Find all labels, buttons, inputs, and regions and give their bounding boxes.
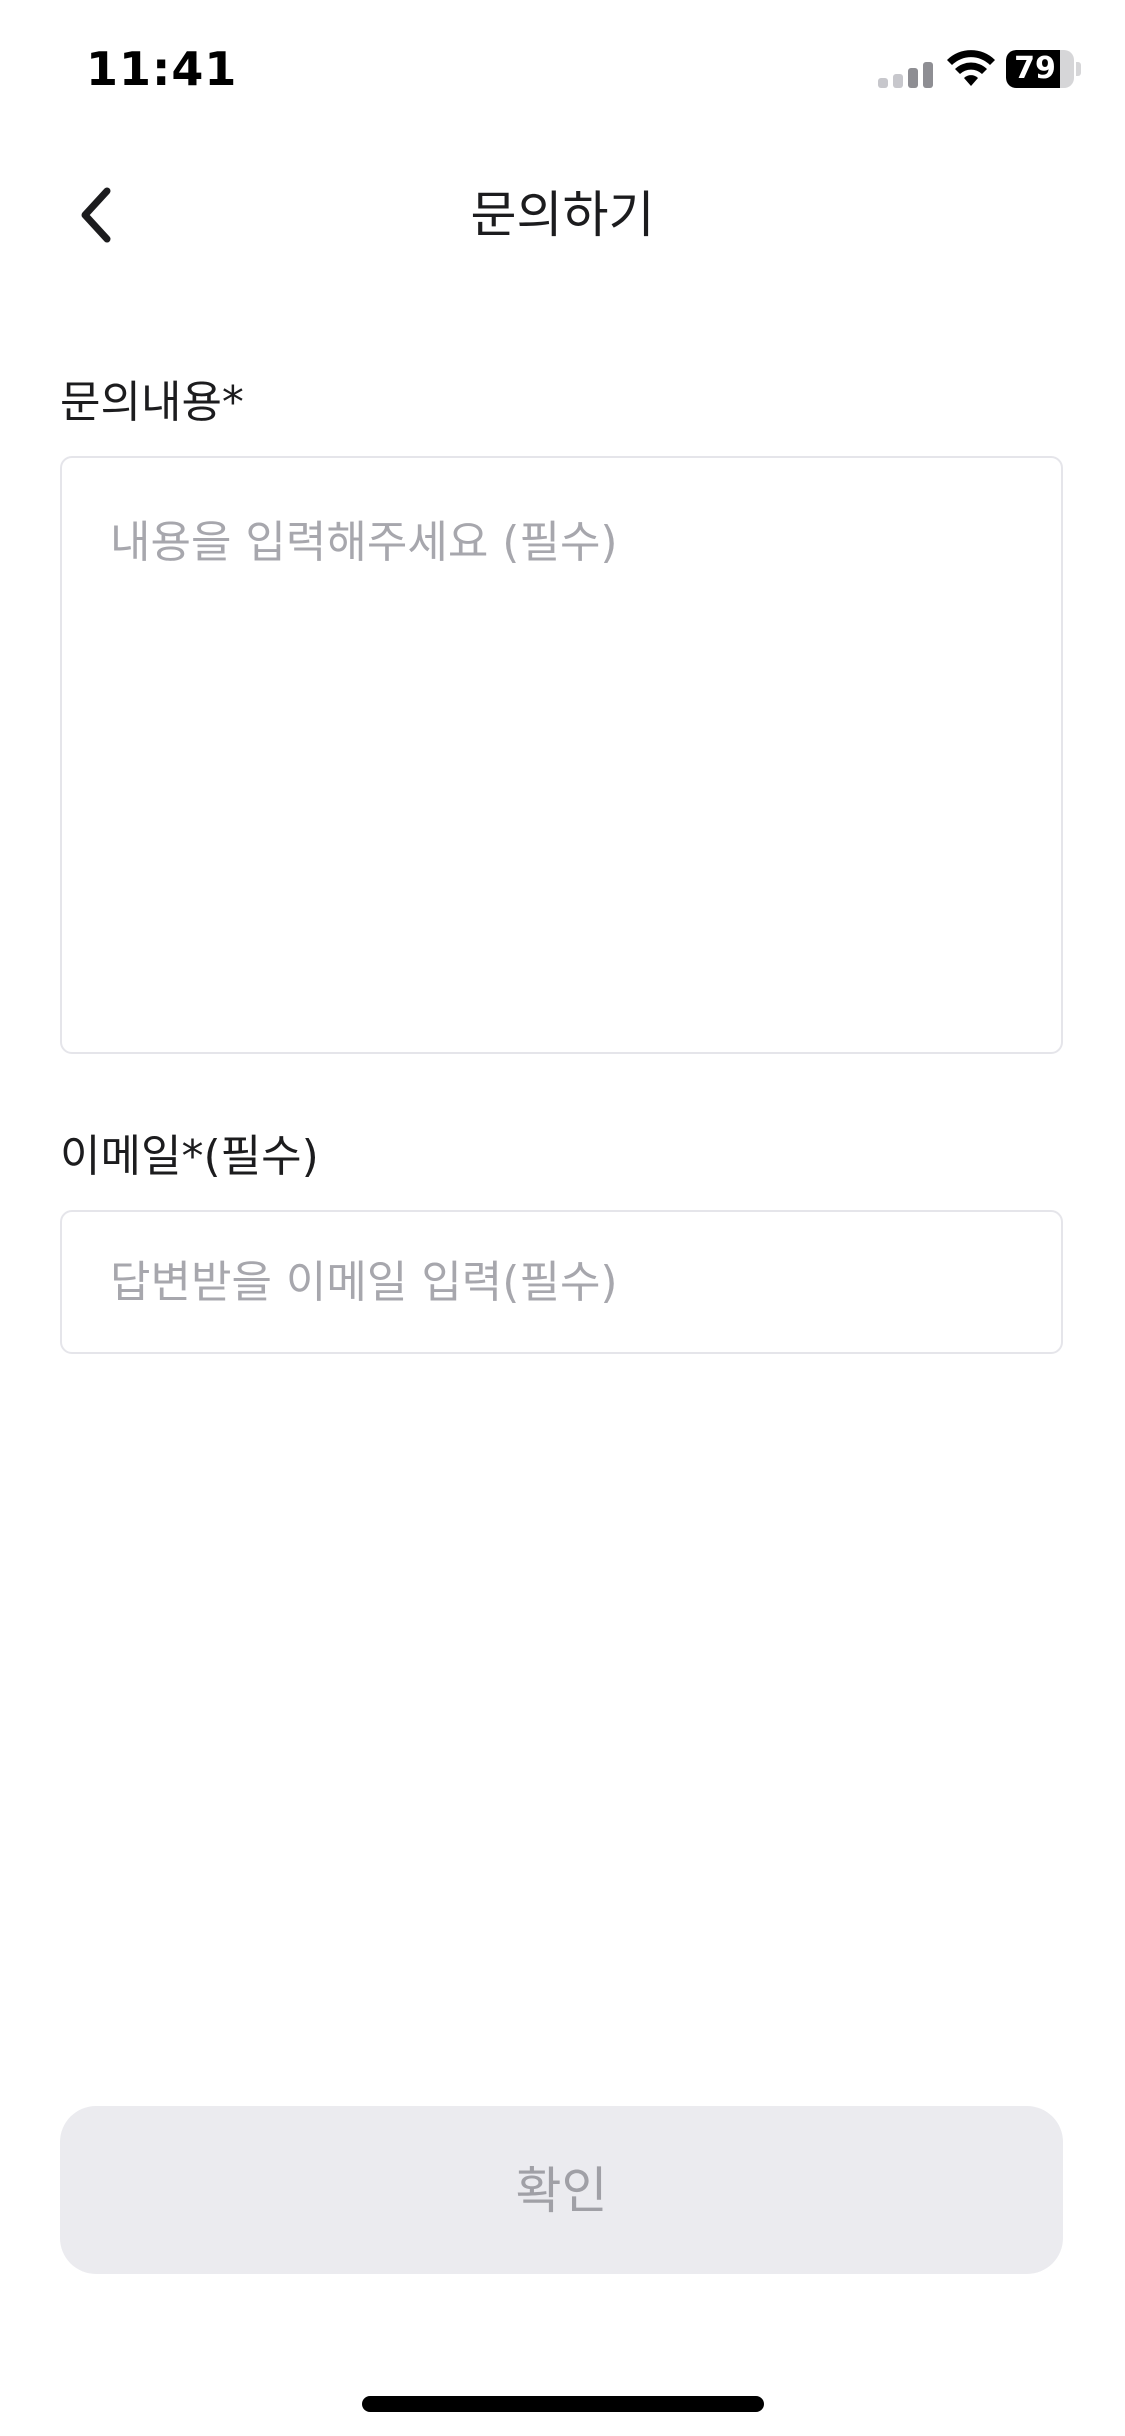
email-input-box bbox=[60, 1210, 1063, 1354]
wifi-icon bbox=[947, 50, 995, 86]
email-label: 이메일*(필수) bbox=[60, 1131, 319, 1182]
email-input[interactable] bbox=[110, 1212, 1010, 1352]
battery-tip bbox=[1076, 62, 1081, 76]
confirm-button[interactable]: 확인 bbox=[60, 2106, 1063, 2274]
cellular-signal-icon bbox=[878, 62, 933, 88]
battery-level: 79 bbox=[1014, 51, 1056, 86]
status-bar: 11:41 79 bbox=[0, 0, 1125, 140]
back-button[interactable] bbox=[60, 180, 130, 250]
content-label: 문의내용* bbox=[60, 377, 244, 428]
chevron-left-icon bbox=[81, 187, 111, 243]
page-title: 문의하기 bbox=[470, 186, 655, 244]
status-time: 11:41 bbox=[86, 42, 238, 96]
content-textarea[interactable] bbox=[110, 506, 1010, 1006]
nav-bar: 문의하기 bbox=[0, 150, 1125, 280]
home-indicator bbox=[362, 2396, 764, 2412]
battery-indicator: 79 bbox=[1006, 50, 1081, 88]
content-textarea-box bbox=[60, 456, 1063, 1054]
battery-body: 79 bbox=[1006, 50, 1074, 88]
